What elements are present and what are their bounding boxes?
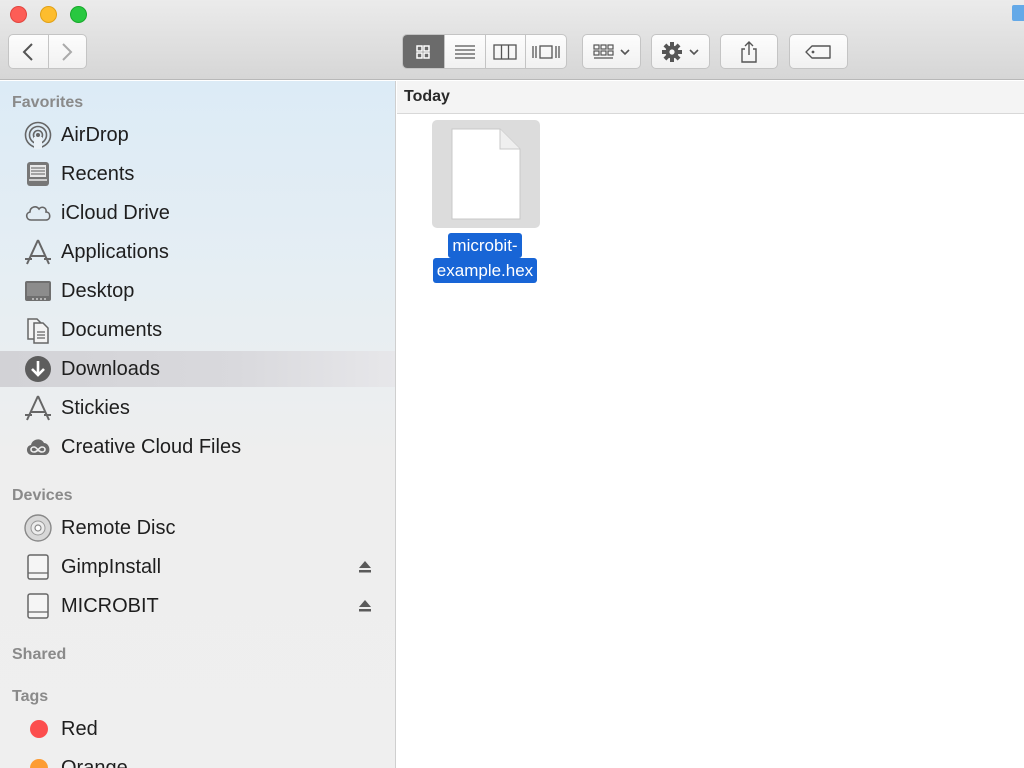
icon-view-icon — [416, 44, 431, 59]
arrange-button[interactable] — [582, 34, 641, 69]
sidebar-item-label: Documents — [61, 318, 163, 341]
chevron-left-icon — [22, 42, 33, 61]
sidebar-item-microbit[interactable]: MICROBIT — [0, 588, 395, 624]
sidebar-item-airdrop[interactable]: AirDrop — [0, 117, 395, 153]
chevron-right-icon — [62, 42, 73, 61]
cover-flow-view-button[interactable] — [525, 35, 566, 68]
documents-icon — [23, 315, 53, 345]
sidebar-item-remote-disc[interactable]: Remote Disc — [0, 510, 395, 546]
applications-icon — [23, 393, 53, 423]
action-button[interactable] — [651, 34, 710, 69]
column-view-icon — [493, 43, 518, 60]
sidebar-item-applications[interactable]: Applications — [0, 234, 395, 270]
arrange-grid-icon — [592, 43, 630, 59]
column-view-button[interactable] — [484, 35, 526, 68]
creative-cloud-icon — [23, 432, 53, 462]
close-window-button[interactable] — [10, 6, 27, 23]
sidebar-item-downloads[interactable]: Downloads — [0, 351, 395, 387]
icon-view-button[interactable] — [403, 35, 444, 68]
red-tag-dot — [30, 720, 48, 738]
drive-icon — [23, 552, 53, 582]
downloads-icon — [23, 354, 53, 384]
group-header-label: Today — [404, 88, 450, 105]
sidebar-section-shared: Shared — [12, 646, 67, 663]
sidebar-section-devices: Devices — [12, 487, 73, 504]
drive-icon — [23, 591, 53, 621]
sidebar-item-stickies[interactable]: Stickies — [0, 390, 395, 426]
sidebar-item-desktop[interactable]: Desktop — [0, 273, 395, 309]
orange-tag-dot — [30, 759, 48, 768]
tag-icon — [804, 44, 831, 59]
sidebar-section-tags: Tags — [12, 688, 49, 705]
sidebar-item-label: Creative Cloud Files — [61, 435, 242, 458]
sidebar-section-favorites: Favorites — [12, 94, 84, 111]
minimize-window-button[interactable] — [40, 6, 57, 23]
sidebar-item-documents[interactable]: Documents — [0, 312, 395, 348]
sidebar: Favorites AirDrop Recents iCloud Drive A… — [0, 81, 396, 768]
cloud-icon — [23, 198, 53, 228]
list-view-button[interactable] — [443, 35, 485, 68]
sidebar-item-label: Applications — [61, 240, 169, 263]
sidebar-item-label: AirDrop — [61, 123, 129, 146]
toolbar — [0, 0, 1024, 80]
sidebar-item-label: Remote Disc — [61, 516, 176, 539]
airdrop-icon — [23, 120, 53, 150]
desktop-icon — [23, 276, 53, 306]
sidebar-item-gimpinstall[interactable]: GimpInstall — [0, 549, 395, 585]
gear-icon — [661, 41, 699, 62]
sidebar-item-label: MICROBIT — [61, 594, 159, 617]
edit-tags-button[interactable] — [789, 34, 848, 69]
eject-icon[interactable] — [358, 598, 372, 614]
file-thumbnail[interactable] — [432, 120, 540, 228]
sidebar-item-label: Stickies — [61, 396, 130, 419]
share-icon — [741, 40, 757, 63]
navigation-buttons — [8, 34, 87, 69]
group-header-today: Today — [397, 81, 1024, 114]
file-name-line-1: microbit- — [448, 233, 522, 258]
eject-icon[interactable] — [358, 559, 372, 575]
folder-proxy-icon[interactable] — [1012, 5, 1024, 21]
applications-icon — [23, 237, 53, 267]
sidebar-item-label: Desktop — [61, 279, 135, 302]
share-button[interactable] — [720, 34, 778, 69]
sidebar-item-label: GimpInstall — [61, 555, 162, 578]
sidebar-item-label: Recents — [61, 162, 135, 185]
sidebar-item-label: iCloud Drive — [61, 201, 170, 224]
back-button[interactable] — [9, 35, 48, 68]
recents-icon — [23, 159, 53, 189]
zoom-window-button[interactable] — [70, 6, 87, 23]
sidebar-item-recents[interactable]: Recents — [0, 156, 395, 192]
sidebar-item-tag-orange[interactable]: Orange — [0, 750, 395, 768]
list-view-icon — [454, 44, 475, 59]
sidebar-item-label: Red — [61, 717, 98, 740]
disc-icon — [23, 513, 53, 543]
sidebar-item-icloud-drive[interactable]: iCloud Drive — [0, 195, 395, 231]
sidebar-item-label: Downloads — [61, 357, 160, 380]
cover-flow-view-icon — [532, 44, 560, 59]
view-mode-buttons — [402, 34, 567, 69]
file-browser-pane[interactable]: Today microbit- example.hex — [397, 81, 1024, 768]
sidebar-item-creative-cloud-files[interactable]: Creative Cloud Files — [0, 429, 395, 465]
forward-button[interactable] — [47, 35, 87, 68]
file-name-line-2: example.hex — [432, 258, 538, 283]
sidebar-item-tag-red[interactable]: Red — [0, 711, 395, 747]
sidebar-item-label: Orange — [61, 756, 128, 768]
file-name-label[interactable]: microbit- example.hex — [426, 233, 544, 283]
document-icon — [451, 128, 521, 220]
